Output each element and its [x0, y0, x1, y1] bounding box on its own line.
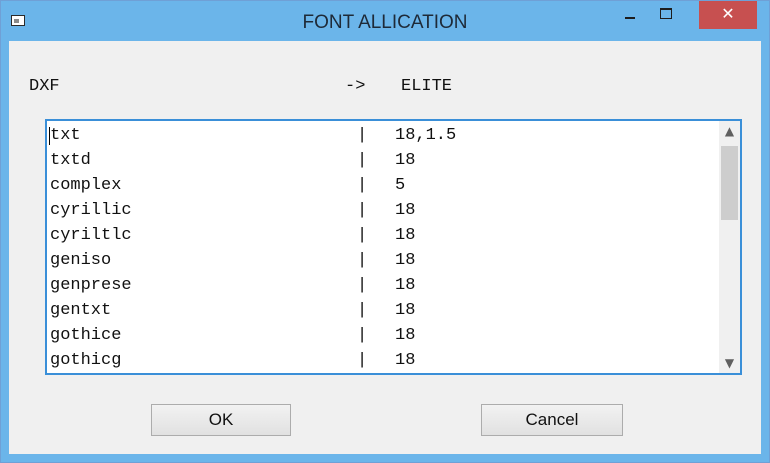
minimize-icon[interactable]: [613, 1, 647, 29]
list-item[interactable]: gothicg | 18: [47, 348, 717, 373]
list-item[interactable]: cyrillic | 18: [47, 198, 717, 223]
dxf-font-name: gothicg: [50, 351, 122, 370]
column-separator: |: [357, 201, 368, 220]
dxf-font-name: cyriltlc: [50, 226, 132, 245]
dxf-font-name: cyrillic: [50, 201, 132, 220]
scrollbar-thumb[interactable]: [721, 146, 738, 220]
column-separator: |: [357, 276, 368, 295]
dxf-font-name: txt: [50, 126, 81, 145]
ok-button[interactable]: OK: [151, 404, 291, 436]
dxf-font-name: geniso: [50, 251, 112, 270]
column-separator: |: [357, 126, 368, 145]
dialog-body: DXF -> ELITE ▲ ▼ txt | 18,1.5 txtd | 18 comple…: [9, 41, 761, 454]
dxf-font-name: genprese: [50, 276, 132, 295]
close-icon[interactable]: [699, 1, 757, 29]
dialog-window: FONT ALLICATION DXF -> ELITE ▲ ▼ txt | 18,…: [0, 0, 770, 463]
list-item[interactable]: txt | 18,1.5: [47, 123, 717, 148]
column-separator: |: [357, 226, 368, 245]
list-item[interactable]: txtd | 18: [47, 148, 717, 173]
column-separator: |: [357, 176, 368, 195]
elite-font-value: 18: [395, 301, 416, 320]
elite-font-value: 18: [395, 151, 416, 170]
elite-font-value: 18: [395, 201, 416, 220]
vertical-scrollbar[interactable]: ▲ ▼: [719, 121, 740, 373]
column-separator: |: [357, 301, 368, 320]
cancel-button[interactable]: Cancel: [481, 404, 623, 436]
header-dxf: DXF: [29, 77, 60, 96]
column-separator: |: [357, 351, 368, 370]
font-mapping-list[interactable]: ▲ ▼ txt | 18,1.5 txtd | 18 complex | 5 cyrillic | 1…: [45, 119, 742, 375]
dxf-font-name: complex: [50, 176, 122, 195]
column-separator: |: [357, 251, 368, 270]
dxf-font-name: gothice: [50, 326, 122, 345]
elite-font-value: 18: [395, 251, 416, 270]
elite-font-value: 18: [395, 351, 416, 370]
dxf-font-name: txtd: [50, 151, 91, 170]
column-separator: |: [357, 151, 368, 170]
elite-font-value: 18: [395, 276, 416, 295]
header-elite: ELITE: [401, 77, 453, 96]
elite-font-value: 18: [395, 326, 416, 345]
header-arrow: ->: [345, 77, 366, 96]
list-item[interactable]: gentxt | 18: [47, 298, 717, 323]
list-item[interactable]: cyriltlc | 18: [47, 223, 717, 248]
elite-font-value: 18,1.5: [395, 126, 457, 145]
dxf-font-name: gentxt: [50, 301, 112, 320]
list-item[interactable]: geniso | 18: [47, 248, 717, 273]
elite-font-value: 18: [395, 226, 416, 245]
list-item[interactable]: gothice | 18: [47, 323, 717, 348]
scroll-up-icon[interactable]: ▲: [719, 121, 740, 141]
title-bar[interactable]: FONT ALLICATION: [1, 1, 769, 41]
list-item[interactable]: genprese | 18: [47, 273, 717, 298]
elite-font-value: 5: [395, 176, 406, 195]
column-separator: |: [357, 326, 368, 345]
maximize-icon[interactable]: [649, 1, 683, 29]
list-item[interactable]: complex | 5: [47, 173, 717, 198]
scroll-down-icon[interactable]: ▼: [719, 353, 740, 373]
